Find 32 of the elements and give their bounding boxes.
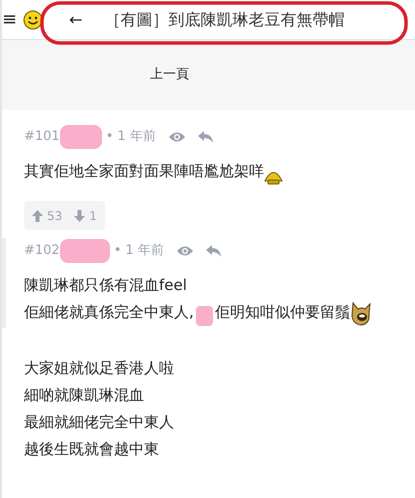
smiley-icon: [23, 10, 44, 30]
redaction-mark: [196, 306, 213, 326]
back-button[interactable]: ←: [69, 8, 82, 32]
post-text: 佢細佬就真係完全中東人,: [24, 302, 194, 323]
helmet-emoji-icon: [264, 170, 283, 185]
separator-dot: •: [114, 242, 122, 260]
downvote-icon[interactable]: [74, 210, 86, 222]
downvote-count: 1: [89, 208, 97, 224]
eye-icon[interactable]: [176, 245, 194, 257]
post-text: 佢明知咁似仲要留鬚: [214, 302, 350, 323]
previous-page-button[interactable]: 上一頁: [150, 65, 189, 85]
menu-icon[interactable]: ≡: [2, 10, 18, 28]
post-text: 其實佢地全家面對面果陣唔尷尬架咩: [24, 161, 264, 182]
post-time: 1 年前: [125, 242, 164, 260]
post-time: 1 年前: [117, 128, 156, 146]
redaction-mark: [60, 125, 102, 149]
post-number: #102: [24, 242, 60, 260]
post-text: 最細就細佬完全中東人: [24, 412, 174, 433]
post-number: #101: [24, 128, 60, 146]
separator-dot: •: [106, 128, 114, 146]
post-text: 大家姐就似足香港人啦: [24, 358, 174, 379]
redaction-mark: [60, 239, 110, 263]
upvote-icon[interactable]: [32, 210, 43, 222]
reply-icon[interactable]: [206, 245, 222, 257]
thread-title: ［有圖］到底陳凱琳老豆有無帶帽: [104, 8, 344, 30]
post-text: 越後生既就會越中東: [24, 439, 159, 460]
post-text: 細啲就陳凱琳混血: [24, 385, 144, 406]
post-text: 陳凱琳都只係有混血feel: [24, 275, 187, 296]
reply-icon[interactable]: [198, 131, 214, 143]
dog-emoji-icon: [350, 302, 372, 326]
upvote-count: 53: [47, 208, 62, 224]
eye-icon[interactable]: [168, 131, 186, 143]
